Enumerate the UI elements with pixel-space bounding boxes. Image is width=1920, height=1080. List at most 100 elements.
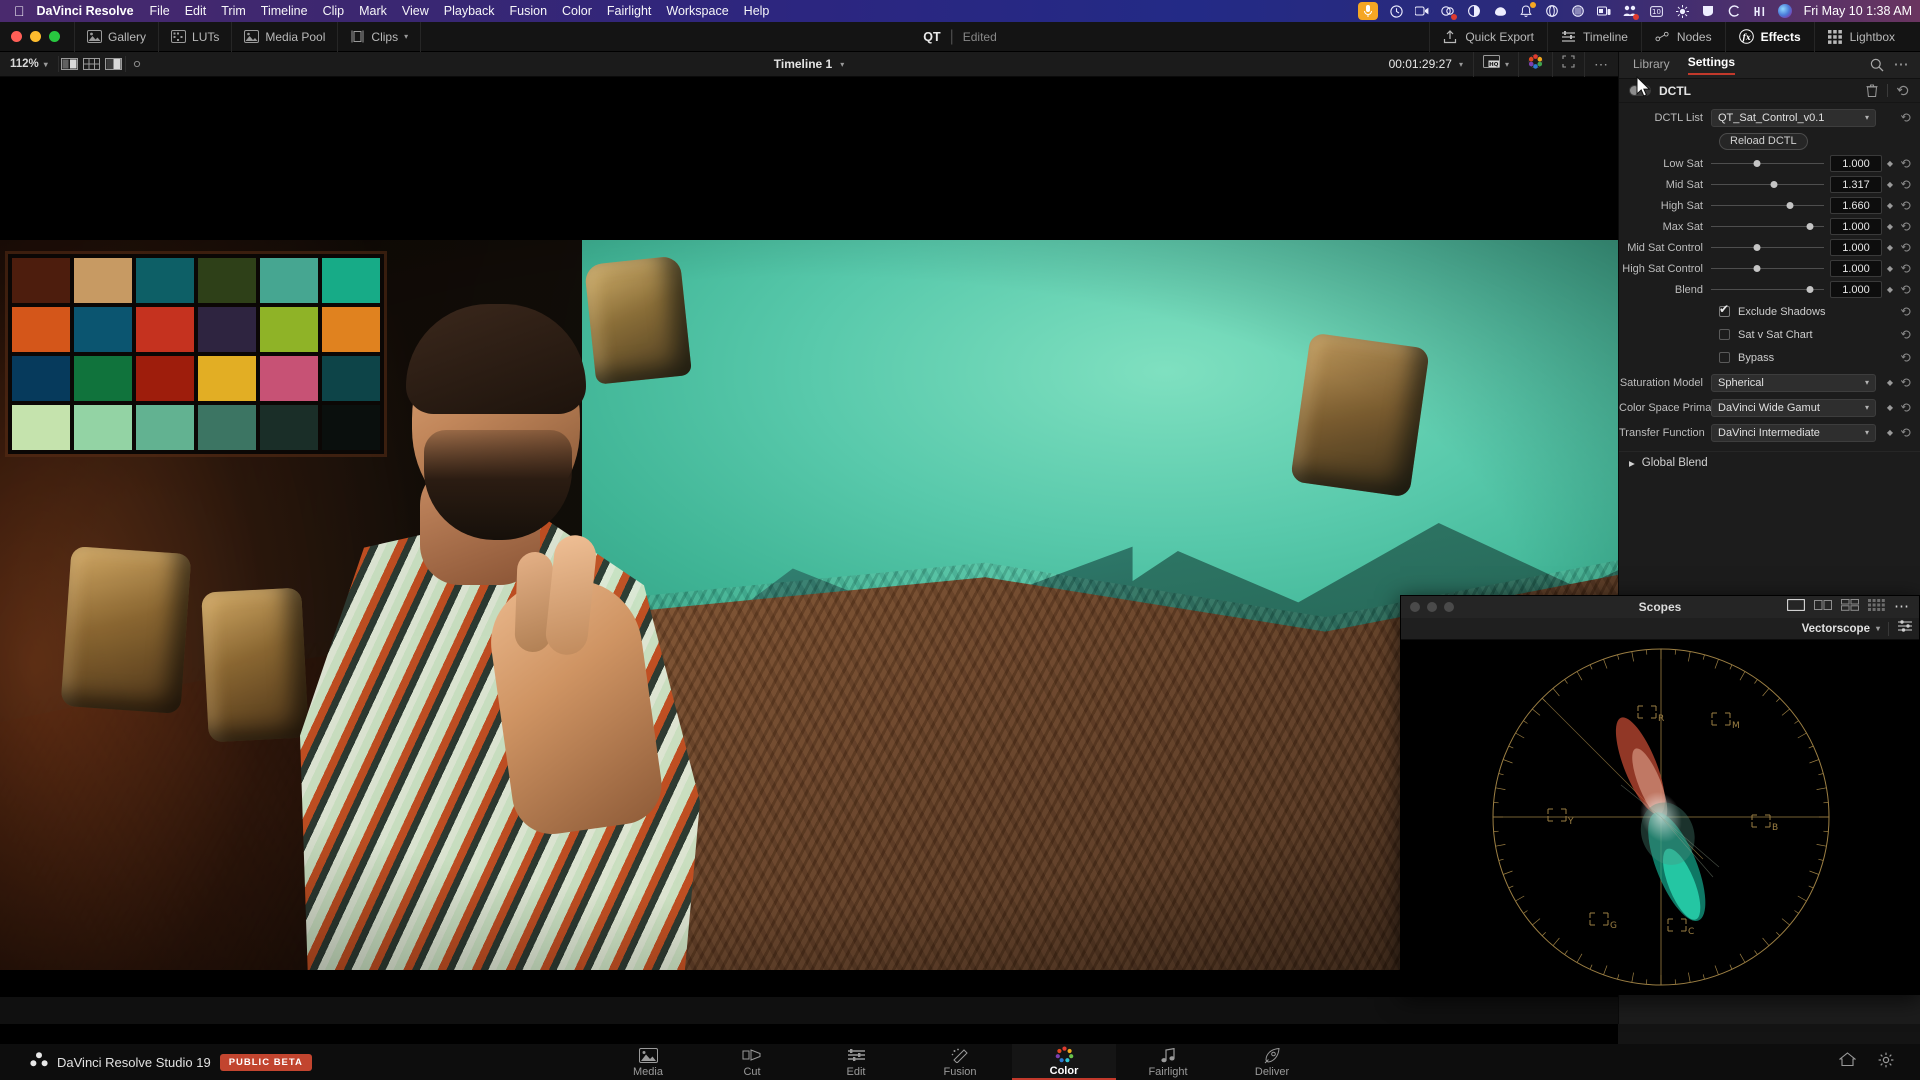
tab-settings[interactable]: Settings	[1687, 55, 1736, 75]
display-icon[interactable]	[1701, 4, 1716, 19]
screen-record-icon[interactable]	[1415, 4, 1430, 19]
menu-timeline[interactable]: Timeline	[261, 4, 308, 18]
clips-button[interactable]: Clips ▾	[338, 21, 422, 52]
select-dropdown[interactable]: DaVinci Intermediate ▾	[1711, 423, 1876, 442]
menu-playback[interactable]: Playback	[444, 4, 495, 18]
menu-workspace[interactable]: Workspace	[666, 4, 728, 18]
slider-value[interactable]: 1.000	[1830, 260, 1882, 277]
menu-file[interactable]: File	[150, 4, 170, 18]
slider-track[interactable]	[1711, 154, 1824, 173]
reset-icon[interactable]	[1894, 84, 1912, 97]
slider-track[interactable]	[1711, 280, 1824, 299]
checkbox[interactable]	[1719, 352, 1730, 363]
slider-value[interactable]: 1.660	[1830, 197, 1882, 214]
timeline-toggle-button[interactable]: Timeline	[1547, 21, 1641, 52]
keyframe-icon[interactable]: ◆	[1882, 378, 1898, 387]
page-tab-color[interactable]: Color	[1012, 1044, 1116, 1080]
notification-bell-icon[interactable]	[1519, 1, 1536, 19]
keyframe-icon[interactable]: ◆	[1882, 243, 1898, 252]
time-machine-icon[interactable]	[1389, 4, 1404, 19]
video-preview[interactable]: After	[0, 77, 1618, 997]
slider-knob[interactable]	[1770, 181, 1778, 188]
wifi-icon[interactable]	[1753, 4, 1768, 19]
menu-clip[interactable]: Clip	[323, 4, 345, 18]
keyframe-icon[interactable]: ◆	[1882, 180, 1898, 189]
luts-button[interactable]: LUTs	[159, 21, 233, 52]
checkbox[interactable]	[1719, 329, 1730, 340]
chevron-down-icon[interactable]: ▾	[1865, 403, 1869, 412]
reset-icon[interactable]	[1898, 329, 1914, 340]
gallery-button[interactable]: Gallery	[74, 21, 160, 52]
reset-icon[interactable]	[1898, 427, 1914, 438]
slider-knob[interactable]	[1753, 244, 1761, 251]
io-icon[interactable]: 10	[1649, 4, 1664, 19]
slider-track[interactable]	[1711, 217, 1824, 236]
chevron-down-icon[interactable]: ▾	[404, 32, 408, 41]
page-tab-media[interactable]: Media	[596, 1044, 700, 1080]
chevron-right-icon[interactable]: ▸	[1629, 456, 1635, 470]
menu-help[interactable]: Help	[744, 4, 770, 18]
checkbox[interactable]	[1719, 302, 1730, 317]
slider-value[interactable]: 1.317	[1830, 176, 1882, 193]
menu-fusion[interactable]: Fusion	[510, 4, 548, 18]
dropbox-icon[interactable]	[1493, 4, 1508, 19]
reset-icon[interactable]	[1898, 221, 1914, 232]
contrast-icon[interactable]	[1467, 4, 1482, 19]
screenshot-icon[interactable]	[1441, 4, 1457, 20]
search-icon[interactable]	[1866, 54, 1888, 76]
slider-track[interactable]	[1711, 196, 1824, 215]
more-options-icon[interactable]: ⋯	[1890, 54, 1912, 76]
reset-icon[interactable]	[1898, 242, 1914, 253]
reset-icon[interactable]	[1898, 377, 1914, 388]
slider-value[interactable]: 1.000	[1830, 239, 1882, 256]
dctl-list-dropdown[interactable]: QT_Sat_Control_v0.1 ▾	[1711, 108, 1876, 127]
nodes-toggle-button[interactable]: Nodes	[1640, 21, 1725, 52]
keyframe-icon[interactable]: ◆	[1882, 159, 1898, 168]
scopes-title-bar[interactable]: Scopes ⋯	[1401, 596, 1919, 618]
keyframe-icon[interactable]: ◆	[1882, 403, 1898, 412]
slider-knob[interactable]	[1786, 202, 1794, 209]
slider-value[interactable]: 1.000	[1830, 281, 1882, 298]
page-tab-cut[interactable]: Cut	[700, 1044, 804, 1080]
page-tab-fusion[interactable]: Fusion	[908, 1044, 1012, 1080]
menu-view[interactable]: View	[402, 4, 429, 18]
keyframe-icon[interactable]: ◆	[1882, 264, 1898, 273]
reset-icon[interactable]	[1898, 158, 1914, 169]
close-window-button[interactable]	[11, 31, 22, 42]
keyframe-icon[interactable]: ◆	[1882, 222, 1898, 231]
maximize-window-button[interactable]	[49, 31, 60, 42]
reset-icon[interactable]	[1898, 112, 1914, 123]
page-tab-deliver[interactable]: Deliver	[1220, 1044, 1324, 1080]
reset-icon[interactable]	[1898, 284, 1914, 295]
menu-edit[interactable]: Edit	[185, 4, 207, 18]
slider-value[interactable]: 1.000	[1830, 155, 1882, 172]
keyframe-icon[interactable]: ◆	[1882, 201, 1898, 210]
slider-knob[interactable]	[1753, 160, 1761, 167]
reload-dctl-button[interactable]: Reload DCTL	[1719, 132, 1808, 150]
page-tab-edit[interactable]: Edit	[804, 1044, 908, 1080]
slider-track[interactable]	[1711, 259, 1824, 278]
more-options-icon[interactable]: ⋯	[1894, 599, 1909, 614]
select-dropdown[interactable]: Spherical ▾	[1711, 373, 1876, 392]
two-pane-icon[interactable]	[1814, 598, 1832, 616]
apple-icon[interactable]: 	[14, 4, 25, 18]
keyframe-icon[interactable]: ◆	[1882, 428, 1898, 437]
menubar-datetime[interactable]: Fri May 10 1:38 AM	[1804, 4, 1912, 18]
menu-fairlight[interactable]: Fairlight	[607, 4, 651, 18]
menubar-app-name[interactable]: DaVinci Resolve	[37, 4, 134, 18]
menu-mark[interactable]: Mark	[359, 4, 387, 18]
reset-icon[interactable]	[1898, 402, 1914, 413]
lightbox-toggle-button[interactable]: Lightbox	[1813, 21, 1908, 52]
page-tab-fairlight[interactable]: Fairlight	[1116, 1044, 1220, 1080]
battery-monitor-icon[interactable]	[1597, 4, 1612, 19]
menu-trim[interactable]: Trim	[221, 4, 246, 18]
scope-mode-dropdown[interactable]: Vectorscope ▾	[1802, 623, 1880, 635]
keyframe-icon[interactable]: ◆	[1882, 285, 1898, 294]
microphone-icon[interactable]	[1357, 2, 1378, 20]
single-pane-icon[interactable]	[1786, 598, 1806, 616]
timeline-name-dropdown[interactable]: Timeline 1 ▾	[0, 57, 1618, 71]
tab-library[interactable]: Library	[1633, 57, 1670, 73]
scope-settings-icon[interactable]	[1897, 619, 1913, 638]
brightness-icon[interactable]	[1675, 4, 1690, 19]
users-icon[interactable]	[1623, 4, 1639, 20]
